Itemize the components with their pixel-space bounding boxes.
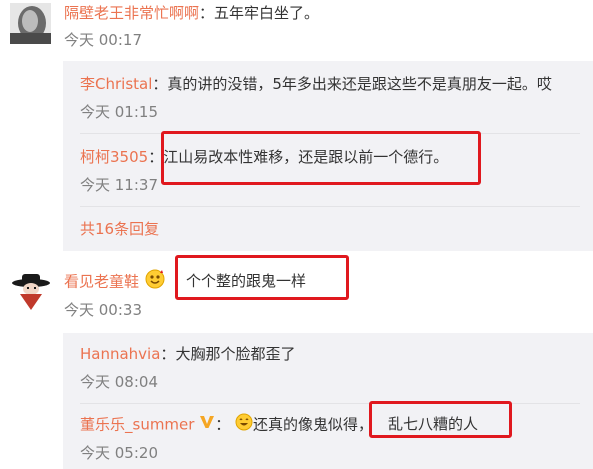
highlight-box (369, 401, 512, 438)
reply-username-link[interactable]: 董乐乐_summer (80, 416, 194, 434)
reply-username-link[interactable]: 李Christal (80, 75, 152, 93)
reply-time: 今天 01:15 (80, 103, 158, 121)
reply-time: 今天 11:37 (80, 176, 158, 194)
comment-text: 五年牢白坐了。 (214, 4, 320, 22)
colon: ： (152, 75, 168, 93)
reply-text: 真的讲的没错，5年多出来还是跟这些不是真朋友一起。哎 (167, 75, 552, 93)
reply-line: Hannahvia：大胸那个脸都歪了 (80, 343, 295, 365)
reply-username-link[interactable]: Hannahvia (80, 345, 160, 363)
avatar-thread2[interactable] (10, 272, 51, 313)
comment-line-thread2: 看见老童鞋 (64, 269, 166, 295)
username-link[interactable]: 看见老童鞋 (64, 273, 139, 291)
laughing-emoji-icon (235, 413, 253, 437)
comment-line-thread1: 隔壁老王非常忙啊啊：五年牢白坐了。 (64, 2, 319, 24)
reply-line: 李Christal：真的讲的没错，5年多出来还是跟这些不是真朋友一起。哎 (80, 73, 552, 95)
avatar-photo-icon (10, 3, 51, 44)
colon: ： (199, 4, 215, 22)
reply-time: 今天 08:04 (80, 373, 158, 391)
emoji-badge-icon (144, 269, 166, 295)
highlight-box (161, 131, 481, 185)
reply-text: 大胸那个脸都歪了 (175, 345, 296, 363)
vip-v-badge-icon (199, 414, 215, 436)
comment-time: 今天 00:33 (64, 301, 142, 319)
more-replies-link[interactable]: 共16条回复 (80, 218, 159, 240)
colon: ： (160, 345, 176, 363)
username-link[interactable]: 隔壁老王非常忙啊啊 (64, 4, 199, 22)
reply-line: 董乐乐_summer ： 还真的像鬼似得， (80, 413, 373, 437)
cowboy-avatar-icon (10, 272, 51, 313)
highlight-box (175, 255, 349, 300)
colon: ： (215, 415, 231, 434)
reply-time: 今天 05:20 (80, 444, 158, 462)
comment-time: 今天 00:17 (64, 31, 142, 49)
reply-username-link[interactable]: 柯柯3505 (80, 148, 148, 166)
reply-divider (80, 206, 580, 207)
reply-text: 还真的像鬼似得， (253, 415, 374, 434)
avatar-thread1[interactable] (10, 3, 51, 44)
